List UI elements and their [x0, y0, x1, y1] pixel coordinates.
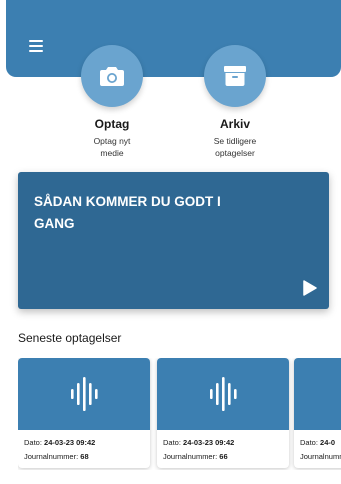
date-label: Dato:	[24, 438, 42, 447]
recording-journal: Journalnummer:	[300, 450, 341, 464]
archive-subtitle: Se tidligere optagelser	[213, 136, 257, 158]
hamburger-menu-icon[interactable]	[29, 40, 43, 52]
recording-thumbnail	[18, 358, 150, 430]
recording-date: Dato: 24-03-23 09:42	[24, 436, 144, 450]
recording-thumbnail	[157, 358, 289, 430]
recording-card[interactable]: Dato: 24-03-23 09:42 Journalnummer: 68	[18, 358, 150, 468]
getting-started-banner[interactable]: SÅDAN KOMMER DU GODT I GANG	[18, 172, 329, 309]
recording-card[interactable]: Dato: 24-03-23 09:42 Journalnummer: 66	[157, 358, 289, 468]
date-label: Dato:	[163, 438, 181, 447]
recent-recordings-list[interactable]: Dato: 24-03-23 09:42 Journalnummer: 68 D…	[18, 358, 341, 470]
journal-label: Journalnummer:	[163, 452, 218, 461]
recording-date: Dato: 24-0	[300, 436, 341, 450]
journal-label: Journalnummer:	[24, 452, 79, 461]
date-value: 24-03-23 09:42	[44, 438, 96, 447]
record-action[interactable]: Optag Optag nyt medie	[67, 45, 157, 159]
archive-title: Arkiv	[219, 117, 251, 131]
recording-journal: Journalnummer: 66	[163, 450, 283, 464]
recent-recordings-heading: Seneste optagelser	[18, 331, 122, 345]
recording-journal: Journalnummer: 68	[24, 450, 144, 464]
play-icon[interactable]	[303, 280, 317, 296]
journal-value: 66	[219, 452, 228, 461]
archive-box-icon	[224, 66, 246, 86]
record-title: Optag	[94, 117, 130, 131]
journal-label: Journalnummer:	[300, 452, 341, 461]
journal-value: 68	[80, 452, 89, 461]
date-label: Dato:	[300, 438, 318, 447]
record-button[interactable]	[81, 45, 143, 107]
record-subtitle: Optag nyt medie	[93, 136, 131, 158]
archive-button[interactable]	[204, 45, 266, 107]
archive-action[interactable]: Arkiv Se tidligere optagelser	[190, 45, 280, 159]
camera-icon	[100, 67, 124, 86]
recording-card[interactable]: Dato: 24-0 Journalnummer:	[294, 358, 341, 468]
recording-date: Dato: 24-03-23 09:42	[163, 436, 283, 450]
audio-waveform-icon	[71, 377, 98, 411]
date-value: 24-03-23 09:42	[183, 438, 235, 447]
audio-waveform-icon	[210, 377, 237, 411]
banner-title: SÅDAN KOMMER DU GODT I GANG	[34, 194, 221, 231]
recording-thumbnail	[294, 358, 341, 430]
app-header	[6, 0, 341, 77]
date-value: 24-0	[320, 438, 336, 447]
